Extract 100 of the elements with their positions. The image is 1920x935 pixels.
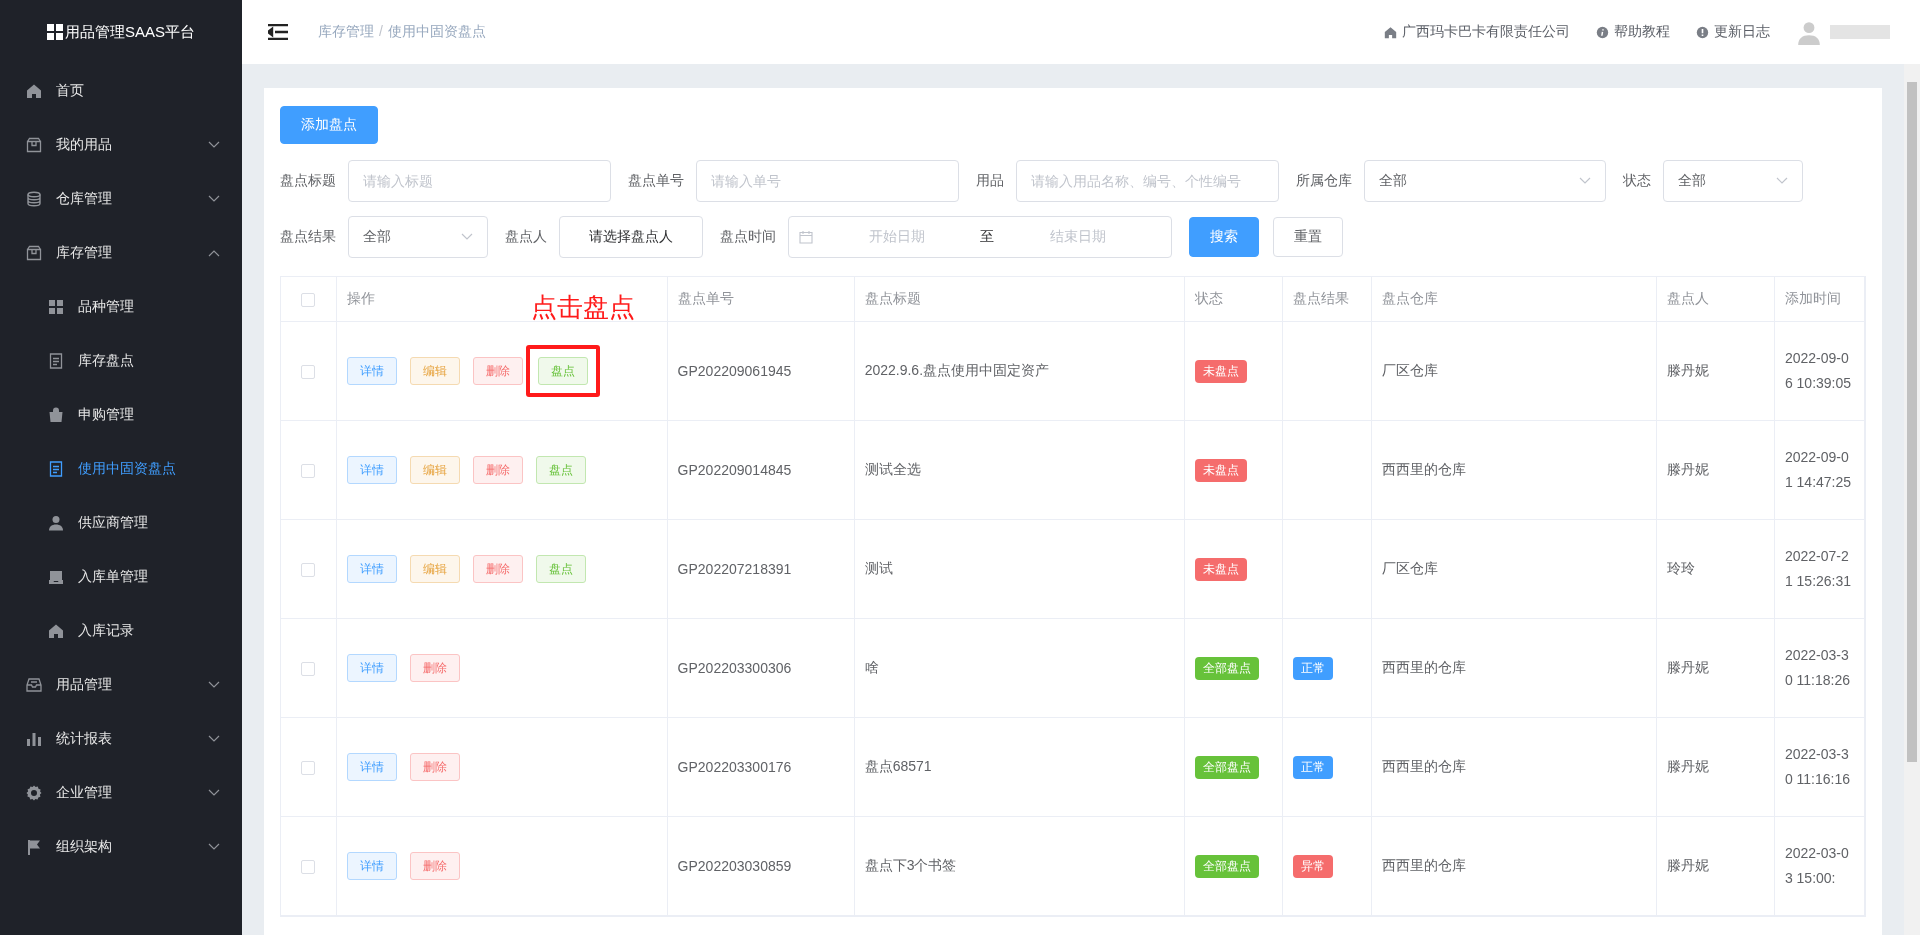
table-cell-text: 2022-09-06 10:39:05 [1784,349,1853,393]
table-cell: 西西里的仓库 [1381,758,1466,774]
table-cell: GP202207218391 [677,561,792,577]
table-cell: 2022.9.6.盘点使用中固定资产 [864,362,1050,378]
document-icon [48,353,64,369]
sidebar-subitem[interactable]: 申购管理 [0,388,242,442]
table-cell-text: 2022-03-30 11:16:16 [1784,745,1852,789]
sidebar-item[interactable]: 仓库管理 [0,172,242,226]
sidebar-subitem[interactable]: 入库记录 [0,604,242,658]
status-tag: 全部盘点 [1194,854,1259,878]
document-icon [48,461,64,477]
header-link[interactable]: 帮助教程 [1614,23,1670,41]
sidebar-subitem[interactable]: 品种管理 [0,280,242,334]
inbox-icon [26,677,42,693]
calendar-icon [799,230,813,244]
select-all-checkbox[interactable] [301,293,316,308]
select-field[interactable]: 全部 [348,216,488,258]
filter-label: 用品 [976,172,1004,190]
sidebar-subitem[interactable]: 供应商管理 [0,496,242,550]
table-cell: GP202209014845 [677,462,792,478]
filter-label: 盘点单号 [628,172,684,190]
row-checkbox[interactable] [301,563,316,578]
package-icon [26,245,42,261]
date-range-field[interactable]: 开始日期 至 结束日期 [788,216,1172,258]
tray-icon [48,569,64,585]
row-checkbox[interactable] [301,662,316,677]
text-input-field[interactable]: 请输入标题 [348,160,611,202]
select-field[interactable]: 全部 [1663,160,1803,202]
table-cell-text: 2022-09-01 14:47:25 [1784,448,1853,492]
filter-label: 盘点人 [505,228,547,246]
scrollbar-thumb[interactable] [1907,82,1917,762]
info-icon [1596,25,1609,39]
filter-label: 盘点结果 [280,228,336,246]
row-checkbox[interactable] [301,761,316,776]
settings-icon [26,785,42,801]
table-cell: 玲玲 [1666,560,1695,576]
grid-icon [48,299,64,315]
sidebar-item[interactable]: 我的用品 [0,118,242,172]
column-header: 盘点标题 [864,290,921,306]
grid-logo-icon [47,24,63,40]
home-icon [48,623,64,639]
column-header: 盘点结果 [1292,290,1349,306]
chevron-down-icon [461,233,473,241]
alert-icon [1696,25,1709,39]
table-cell: 测试全选 [864,461,921,477]
table-cell: 滕丹妮 [1666,362,1709,378]
home-icon [26,83,42,99]
text-input-field[interactable]: 请输入单号 [696,160,959,202]
chevron-down-icon [208,195,220,203]
header-link[interactable]: 更新日志 [1714,23,1770,41]
sidebar-subitem[interactable]: 库存盘点 [0,334,242,388]
annotation-text: 点击盘点 [530,291,635,324]
filter-label: 盘点时间 [720,228,776,246]
column-header: 盘点仓库 [1381,290,1438,306]
sidebar-subitem[interactable]: 入库单管理 [0,550,242,604]
table-cell-text: 2022-03-03 15:00: [1784,844,1850,888]
package-icon [26,137,42,153]
table-cell: 西西里的仓库 [1381,857,1466,873]
chevron-up-icon [208,249,220,257]
status-tag: 全部盘点 [1194,656,1259,680]
chevron-down-icon [208,141,220,149]
menu-icon[interactable] [268,24,288,40]
status-tag: 未盘点 [1194,458,1247,482]
sidebar-item[interactable]: 用品管理 [0,658,242,712]
text-input-field[interactable]: 请输入用品名称、编号、个性编号 [1016,160,1279,202]
column-header: 盘点人 [1666,290,1709,306]
sidebar-item[interactable]: 组织架构 [0,820,242,874]
select-field[interactable]: 全部 [1364,160,1606,202]
row-checkbox[interactable] [301,860,316,875]
avatar-icon[interactable] [1796,19,1822,45]
sidebar-item[interactable]: 首页 [0,64,242,118]
table-cell: 滕丹妮 [1666,857,1709,873]
table-cell: 滕丹妮 [1666,659,1709,675]
table-cell: 测试 [864,560,893,576]
row-checkbox[interactable] [301,464,316,479]
database-icon [26,191,42,207]
sidebar-item[interactable]: 企业管理 [0,766,242,820]
filter-label: 所属仓库 [1296,172,1352,190]
table-cell: GP202203030859 [677,858,792,874]
column-header: 盘点单号 [677,290,734,306]
filter-label: 状态 [1623,172,1651,190]
reset-button[interactable]: 重置 [1273,217,1343,257]
scrollbar[interactable] [1904,64,1920,935]
picker-button[interactable]: 请选择盘点人 [559,216,703,258]
sidebar-item[interactable]: 库存管理 [0,226,242,280]
sidebar-subitem[interactable]: 使用中固资盘点 [0,442,242,496]
chevron-down-icon [208,681,220,689]
flag-icon [26,839,42,855]
chevron-down-icon [1579,177,1591,185]
header-link[interactable]: 广西玛卡巴卡有限责任公司 [1402,23,1570,41]
home-icon [1384,25,1397,39]
breadcrumb-separator: / [379,23,383,41]
result-tag: 正常 [1292,755,1333,779]
table-cell: 啥 [864,659,879,675]
sidebar-item[interactable]: 统计报表 [0,712,242,766]
table-cell: 盘点下3个书签 [864,857,957,873]
row-checkbox[interactable] [301,365,316,380]
status-tag: 全部盘点 [1194,755,1259,779]
table-cell: 西西里的仓库 [1381,461,1466,477]
chevron-down-icon [208,789,220,797]
